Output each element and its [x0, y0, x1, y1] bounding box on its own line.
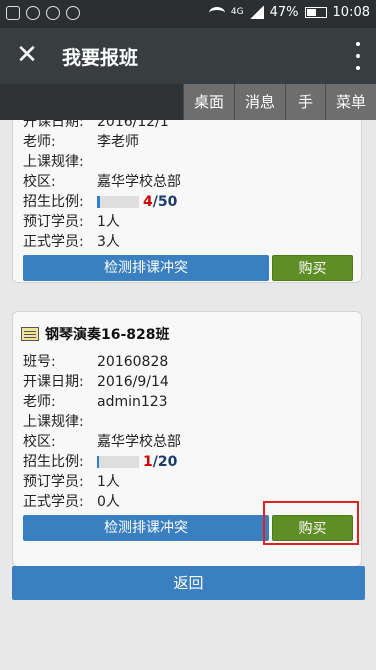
course-card: 开课日期: 2016/12/1 老师: 李老师 上课规律: 校区: 嘉华学校总部 招生… — [12, 120, 362, 283]
sub-header: 桌面 消息 手 菜单 — [0, 84, 376, 120]
field-teacher: 老师: admin123 — [23, 394, 168, 410]
ratio-progress-bar — [97, 196, 139, 208]
check-conflict-button[interactable]: 检测排课冲突 — [23, 515, 269, 541]
signal-icon — [249, 6, 264, 19]
buy-button[interactable]: 购买 — [272, 255, 353, 281]
course-title: 钢琴演奏16-828班 — [21, 324, 170, 344]
field-reserved: 预订学员: 1人 — [23, 474, 120, 490]
title-bar: ✕ 我要报班 — [0, 28, 376, 84]
close-icon[interactable]: ✕ — [12, 40, 42, 70]
battery-percent: 47% — [269, 5, 299, 20]
field-schedule: 上课规律: — [23, 414, 84, 430]
field-teacher: 老师: 李老师 — [23, 134, 139, 150]
course-list[interactable]: 开课日期: 2016/12/1 老师: 李老师 上课规律: 校区: 嘉华学校总部 招生… — [0, 120, 376, 670]
network-type: 4G — [230, 7, 244, 17]
page-title: 我要报班 — [62, 47, 139, 69]
field-enrolled: 正式学员: 0人 — [23, 494, 120, 510]
status-bar: 4G 47% 10:08 — [0, 0, 376, 28]
wifi-icon — [208, 6, 225, 19]
course-icon — [21, 327, 39, 341]
field-campus: 校区: 嘉华学校总部 — [23, 434, 181, 450]
field-enroll-ratio: 招生比例: 1/20 — [23, 454, 178, 470]
back-button[interactable]: 返回 — [12, 566, 365, 600]
ratio-progress-bar — [97, 456, 139, 468]
app-icon — [66, 6, 80, 20]
clock: 10:08 — [332, 5, 370, 20]
notification-icons — [6, 6, 80, 20]
sync-icon — [26, 6, 40, 20]
field-start-date: 开课日期: 2016/9/14 — [23, 374, 169, 390]
field-campus: 校区: 嘉华学校总部 — [23, 174, 181, 190]
field-class-no: 班号: 20160828 — [23, 354, 169, 370]
tab-desktop[interactable]: 桌面 — [182, 84, 234, 120]
field-start-date: 开课日期: 2016/12/1 — [23, 120, 169, 130]
alarm-icon — [46, 6, 60, 20]
image-icon — [6, 6, 20, 20]
tab-hand[interactable]: 手 — [284, 84, 325, 120]
check-conflict-button[interactable]: 检测排课冲突 — [23, 255, 269, 281]
tab-menu[interactable]: 菜单 — [324, 84, 376, 120]
highlight-box — [263, 501, 359, 545]
battery-icon — [304, 7, 327, 18]
system-icons: 4G 47% 10:08 — [208, 5, 370, 20]
field-schedule: 上课规律: — [23, 154, 84, 170]
field-reserved: 预订学员: 1人 — [23, 214, 120, 230]
tab-bar: 桌面 消息 手 菜单 — [182, 84, 376, 120]
field-enroll-ratio: 招生比例: 4/50 — [23, 194, 178, 210]
field-enrolled: 正式学员: 3人 — [23, 234, 120, 250]
tab-messages[interactable]: 消息 — [233, 84, 285, 120]
more-vertical-icon[interactable] — [354, 42, 362, 70]
